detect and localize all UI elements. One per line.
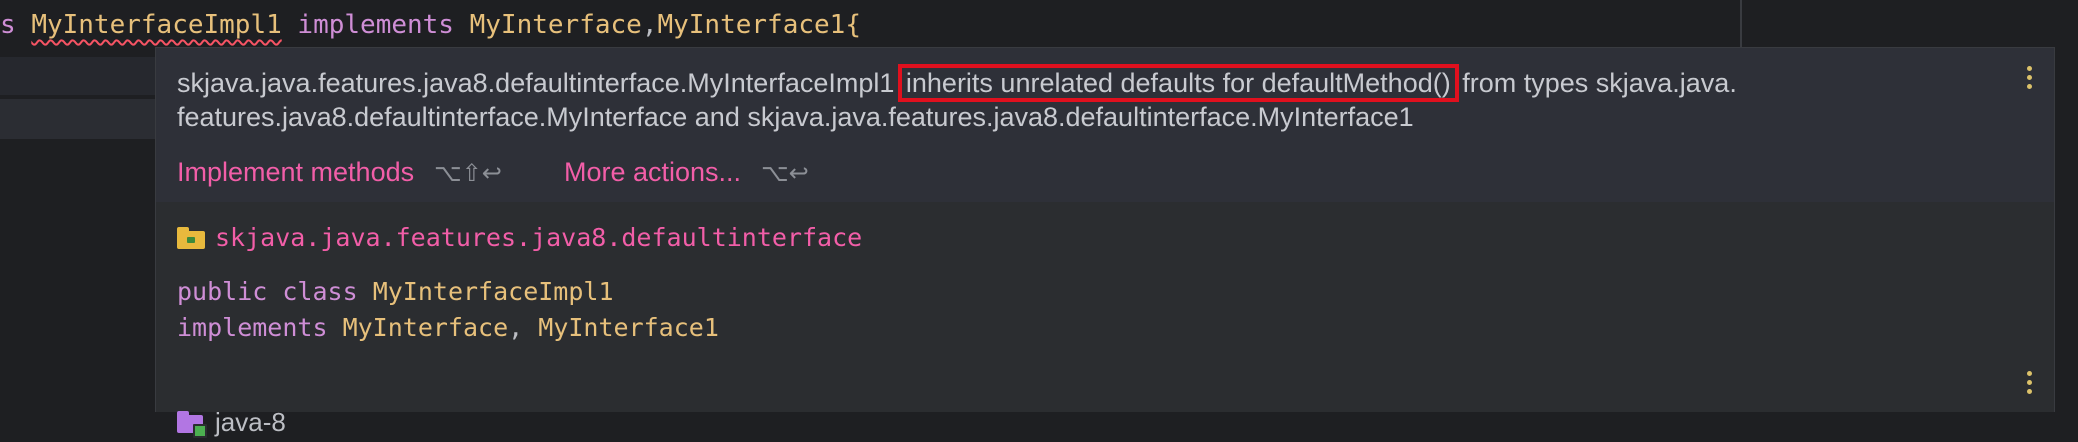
brace-token: {: [845, 10, 861, 40]
module-folder-icon: [177, 411, 207, 438]
declaration-line-2: implements MyInterface, MyInterface1: [177, 310, 719, 346]
implement-methods-shortcut: ⌥⇧↩: [434, 159, 502, 187]
package-name[interactable]: skjava.java.features.java8.defaultinterf…: [215, 223, 862, 252]
interface-token[interactable]: MyInterface: [343, 313, 509, 342]
interface-token[interactable]: MyInterface1: [538, 313, 719, 342]
class-declaration: public class MyInterfaceImpl1 implements …: [177, 274, 719, 346]
error-message: skjava.java.features.java8.defaultinterf…: [177, 64, 1977, 134]
declaration-line-1: public class MyInterfaceImpl1: [177, 274, 719, 310]
folder-icon: [177, 227, 205, 249]
more-actions-link[interactable]: More actions...: [564, 157, 741, 187]
interface-token[interactable]: MyInterface1: [657, 10, 845, 40]
interface-token[interactable]: MyInterface: [470, 10, 642, 40]
comma-token: ,: [508, 313, 539, 342]
code-line[interactable]: s MyInterfaceImpl1 implements MyInterfac…: [0, 6, 861, 44]
class-name-token: MyInterfaceImpl1: [372, 277, 614, 306]
error-tooltip-popup: skjava.java.features.java8.defaultinterf…: [155, 47, 2055, 438]
editor-line-highlight: [0, 57, 160, 95]
error-message-line-1: skjava.java.features.java8.defaultinterf…: [177, 64, 1977, 102]
implement-methods-link[interactable]: Implement methods: [177, 157, 414, 187]
comma-token: ,: [641, 10, 658, 40]
quick-fix-actions: Implement methods ⌥⇧↩ More actions... ⌥↩: [177, 152, 809, 192]
module-row: java-8: [177, 402, 286, 442]
kebab-menu-icon[interactable]: [2027, 371, 2033, 398]
editor-line-highlight: [0, 99, 160, 139]
keyword-token: implements: [177, 313, 328, 342]
error-message-class: skjava.java.features.java8.defaultinterf…: [177, 68, 895, 98]
more-actions-shortcut: ⌥↩: [761, 159, 809, 187]
package-row: skjava.java.features.java8.defaultinterf…: [177, 218, 862, 258]
kebab-menu-icon[interactable]: [2027, 66, 2033, 93]
keyword-token: public class: [177, 277, 358, 306]
class-name-token[interactable]: MyInterfaceImpl1: [31, 10, 281, 40]
keyword-token: implements: [297, 10, 454, 40]
code-token: s: [0, 10, 16, 40]
error-message-line-2: features.java8.defaultinterface.MyInterf…: [177, 102, 1414, 132]
error-message-types: from types skjava.java.: [1462, 68, 1737, 98]
highlighted-error-text: inherits unrelated defaults for defaultM…: [897, 64, 1459, 102]
